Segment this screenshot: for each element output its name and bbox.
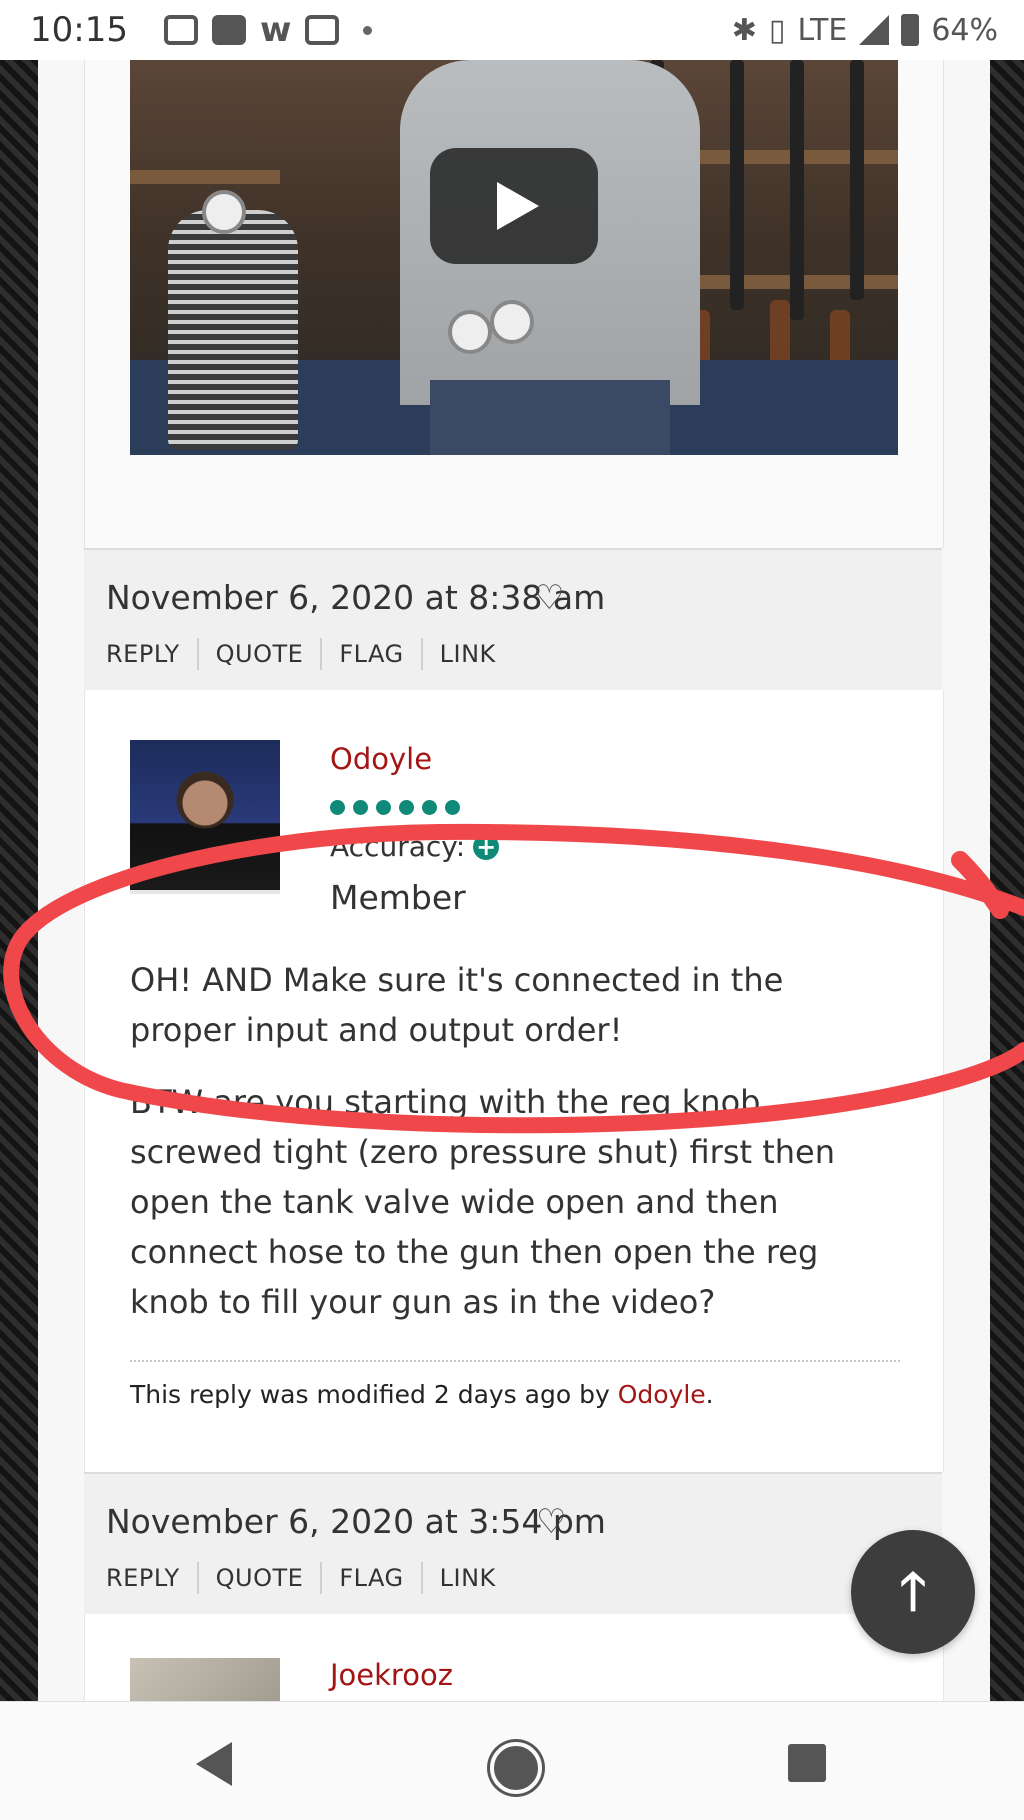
flag-link[interactable]: FLAG — [320, 638, 420, 670]
author-name[interactable]: Joekrooz — [330, 1658, 453, 1692]
modified-suffix: . — [705, 1380, 714, 1409]
app-notification-icon — [211, 15, 246, 45]
background-left-strip — [0, 60, 38, 1702]
reply-date: November 6, 2020 at 8:38 am — [106, 578, 606, 617]
video-rifle — [790, 60, 804, 320]
video-rifle — [730, 60, 744, 310]
battery-percent: 64% — [931, 12, 998, 48]
heart-icon[interactable]: ♡ — [534, 578, 564, 618]
quote-link[interactable]: QUOTE — [196, 638, 321, 670]
accuracy-row: Accuracy: + — [330, 830, 500, 863]
battery-icon — [901, 14, 920, 46]
home-icon[interactable] — [490, 1742, 542, 1794]
reply-actions: REPLY QUOTE FLAG LINK — [106, 1562, 513, 1594]
reply-paragraph: BTW are you starting with the reg knob s… — [130, 1083, 835, 1321]
plus-circle-icon[interactable]: + — [473, 833, 500, 860]
reply-link[interactable]: REPLY — [106, 1562, 197, 1594]
reply-paragraph: OH! AND Make sure it's connected in the … — [130, 961, 784, 1049]
rank-dots — [330, 800, 460, 815]
gmail-notification-icon — [305, 15, 340, 45]
modified-text: This reply was modified 2 days ago by — [130, 1380, 618, 1409]
scroll-to-top-button[interactable]: 🡑 — [851, 1530, 975, 1654]
reply-actions: REPLY QUOTE FLAG LINK — [106, 638, 513, 670]
member-role: Member — [330, 878, 466, 917]
play-button[interactable] — [430, 148, 598, 264]
video-rifle — [850, 60, 864, 300]
video-gauge — [490, 300, 534, 344]
author-name[interactable]: Odoyle — [330, 742, 432, 776]
play-icon — [497, 182, 539, 230]
back-icon[interactable] — [196, 1742, 232, 1786]
vibrate-icon: ▯ — [768, 12, 786, 48]
quote-link[interactable]: QUOTE — [196, 1562, 321, 1594]
reply-date: November 6, 2020 at 3:54 pm — [106, 1502, 606, 1541]
reply-body: OH! AND Make sure it's connected in the … — [130, 955, 870, 1349]
video-gauge — [448, 310, 492, 354]
modified-by-link[interactable]: Odoyle — [618, 1380, 706, 1409]
permalink-link[interactable]: LINK — [420, 638, 513, 670]
reply-meta-bar: November 6, 2020 at 8:38 am ♡ REPLY QUOT… — [84, 548, 942, 692]
recent-apps-icon[interactable] — [788, 1744, 826, 1782]
video-air-tank — [168, 210, 298, 450]
embedded-video[interactable] — [130, 60, 898, 455]
video-shelf — [130, 170, 280, 184]
w-notification-icon: w — [259, 10, 292, 50]
previous-post-content — [84, 60, 944, 548]
heart-icon[interactable]: ♡ — [536, 1502, 566, 1542]
avatar[interactable] — [130, 740, 280, 894]
reply-post: Odoyle Accuracy: + Member OH! AND Make s… — [84, 690, 944, 1472]
reply-meta-bar: November 6, 2020 at 3:54 pm ♡ REPLY QUOT… — [84, 1472, 942, 1616]
network-type: LTE — [797, 12, 848, 48]
news-notification-icon — [163, 15, 198, 45]
status-time: 10:15 — [30, 10, 128, 50]
more-notifications-icon — [363, 25, 373, 35]
accuracy-label: Accuracy: — [330, 830, 466, 863]
navigation-bar — [0, 1701, 1024, 1820]
modified-note: This reply was modified 2 days ago by Od… — [130, 1380, 714, 1409]
background-right-strip — [990, 60, 1024, 1702]
signal-icon — [859, 15, 890, 45]
bluetooth-icon: ✱ — [731, 12, 757, 48]
status-bar: 10:15 w ✱ ▯ LTE 64% — [0, 0, 1024, 60]
notification-icons: w — [163, 10, 373, 50]
video-gauge — [202, 190, 246, 234]
reply-link[interactable]: REPLY — [106, 638, 197, 670]
permalink-link[interactable]: LINK — [420, 1562, 513, 1594]
avatar[interactable] — [130, 1658, 280, 1702]
arrow-up-icon: 🡑 — [899, 1562, 927, 1622]
forum-page[interactable]: November 6, 2020 at 8:38 am ♡ REPLY QUOT… — [38, 60, 990, 1702]
divider — [130, 1360, 900, 1362]
video-person-jeans — [430, 380, 670, 455]
next-reply-post: Joekrooz — [84, 1614, 944, 1702]
flag-link[interactable]: FLAG — [320, 1562, 420, 1594]
